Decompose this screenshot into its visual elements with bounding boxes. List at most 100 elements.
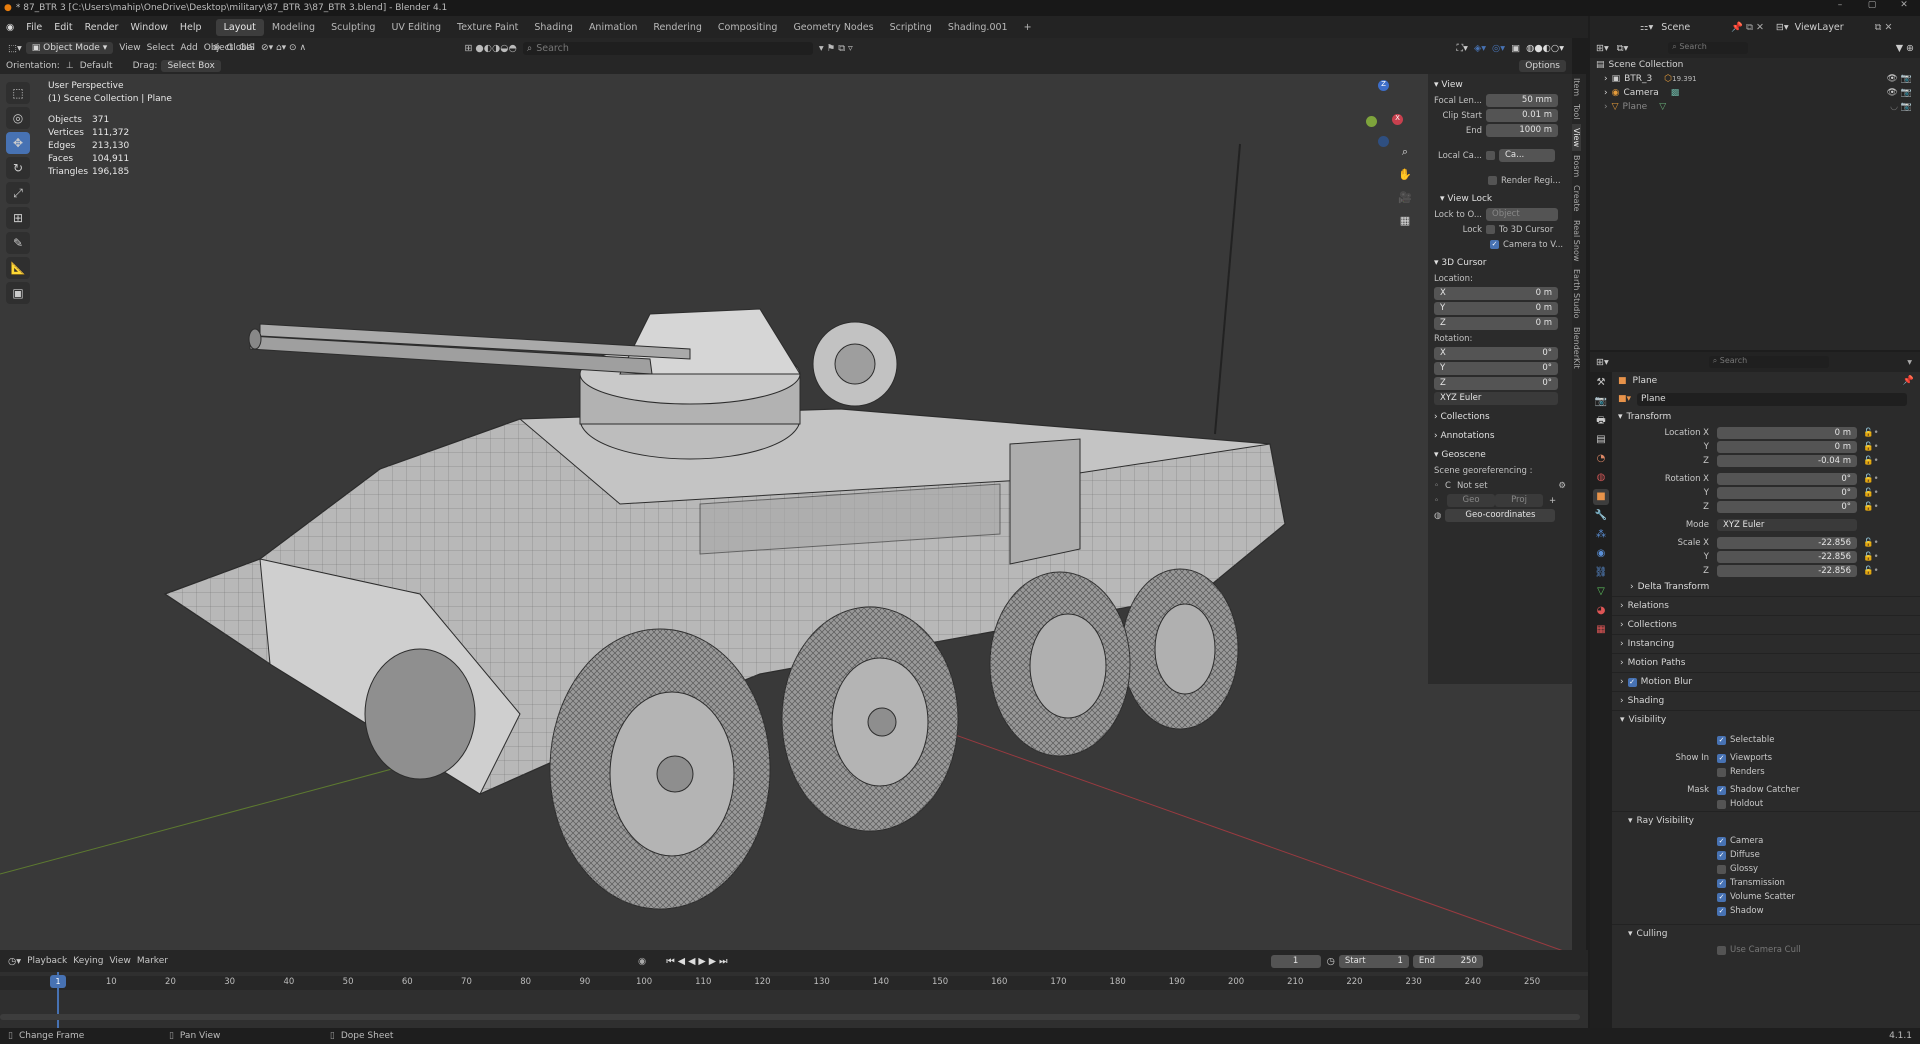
collections-section[interactable]: › Collections — [1612, 615, 1920, 634]
local-camera-checkbox[interactable] — [1486, 151, 1495, 160]
scene-name[interactable]: Scene — [1661, 22, 1731, 33]
xray-toggle-icon[interactable]: ▣ — [1511, 43, 1520, 54]
filter-icon[interactable]: ▼ ⊕ — [1896, 43, 1914, 54]
ray-transmission-checkbox[interactable]: ✓ — [1717, 878, 1726, 888]
tab-texture-paint[interactable]: Texture Paint — [449, 19, 526, 36]
viewport-search[interactable]: ⌕ Search — [522, 41, 813, 55]
menu-timeline-view[interactable]: View — [109, 956, 130, 966]
tab-shading-001[interactable]: Shading.001 — [940, 19, 1016, 36]
gizmo-y[interactable] — [1366, 116, 1377, 127]
cursor-loc-z[interactable]: Z0 m — [1428, 316, 1572, 331]
menu-file[interactable]: File — [20, 22, 48, 33]
scale-x-field[interactable]: -22.856 — [1717, 537, 1857, 549]
tab-earth-studio[interactable]: Earth Studio — [1572, 265, 1581, 322]
select-tool-icon[interactable]: ⬚ — [6, 82, 30, 104]
orientation-dropdown[interactable]: Default — [80, 61, 113, 71]
ray-glossy-checkbox[interactable] — [1717, 864, 1726, 874]
outliner-search[interactable]: ⌕ Search — [1668, 42, 1749, 54]
auto-key-icon[interactable]: ◉ — [638, 956, 646, 967]
3d-cursor-header[interactable]: ▾ 3D Cursor — [1428, 252, 1572, 271]
shading-section[interactable]: › Shading — [1612, 691, 1920, 710]
rotation-y-field[interactable]: 0° — [1717, 487, 1857, 499]
annotations-section[interactable]: › Annotations — [1428, 425, 1572, 444]
render-region-row[interactable]: Render Regi... — [1428, 173, 1572, 188]
cursor-rot-y[interactable]: Y 0° — [1428, 361, 1572, 376]
gizmo-toggle-icon[interactable]: ⛶▾ — [1457, 43, 1468, 54]
instancing-section[interactable]: › Instancing — [1612, 634, 1920, 653]
navigation-gizmo[interactable]: Z X — [1350, 80, 1410, 150]
rotation-z-field[interactable]: 0° — [1717, 501, 1857, 513]
zoom-icon[interactable]: ⌕ — [1395, 142, 1415, 162]
timeline-ruler[interactable]: 1102030405060708090100110120130140150160… — [0, 976, 1588, 990]
cursor-loc-y[interactable]: Y0 m — [1428, 301, 1572, 316]
culling-header[interactable]: ▾ Culling — [1612, 924, 1920, 943]
properties-editor-icon[interactable]: ⊞▾ — [1596, 357, 1609, 368]
tab-rendering[interactable]: Rendering — [645, 19, 710, 36]
menu-add[interactable]: Add — [180, 43, 197, 53]
transform-tool-icon[interactable]: ⊞ — [6, 207, 30, 229]
view-section-header[interactable]: ▾ View — [1428, 74, 1572, 93]
tool-tab-icon[interactable]: ⚒ — [1593, 375, 1609, 391]
blender-menu-icon[interactable]: ◉ — [0, 22, 20, 33]
clip-start-field[interactable]: 0.01 m — [1486, 109, 1558, 122]
scale-tool-icon[interactable]: ⤢ — [6, 182, 30, 204]
ray-visibility-header[interactable]: ▾ Ray Visibility — [1612, 811, 1920, 830]
lock-icon[interactable]: 🔓• — [1863, 474, 1879, 484]
scene-tab-icon[interactable]: ◔ — [1593, 451, 1609, 467]
geoscene-section[interactable]: ▾ Geoscene — [1428, 444, 1572, 463]
menu-marker[interactable]: Marker — [137, 956, 168, 966]
render-tab-icon[interactable]: 📷 — [1593, 394, 1609, 410]
add-cube-tool-icon[interactable]: ▣ — [6, 282, 30, 304]
timeline[interactable]: 1102030405060708090100110120130140150160… — [0, 972, 1588, 1028]
world-tab-icon[interactable]: ◍ — [1593, 470, 1609, 486]
tab-create[interactable]: Create — [1572, 181, 1581, 216]
proj-button[interactable]: Proj — [1495, 494, 1544, 507]
viewports-checkbox[interactable]: ✓ — [1717, 753, 1726, 763]
ray-diffuse-checkbox[interactable]: ✓ — [1717, 850, 1726, 860]
rotation-mode-dropdown[interactable]: XYZ Euler — [1717, 519, 1857, 531]
lock-3d-cursor-checkbox[interactable] — [1486, 225, 1495, 234]
tab-layout[interactable]: Layout — [215, 18, 264, 36]
scene-collection-row[interactable]: ▤ Scene Collection — [1590, 58, 1920, 72]
end-frame-field[interactable]: End 250 — [1412, 954, 1483, 968]
selectable-checkbox[interactable]: ✓ — [1717, 735, 1726, 745]
collections-section[interactable]: › Collections — [1428, 406, 1572, 425]
tab-geometry-nodes[interactable]: Geometry Nodes — [785, 19, 881, 36]
constraints-tab-icon[interactable]: ⛓ — [1593, 565, 1609, 581]
maximize-button[interactable]: ▢ — [1856, 0, 1888, 10]
output-tab-icon[interactable]: 🖶 — [1593, 413, 1609, 429]
cursor-rot-mode[interactable]: XYZ Euler — [1428, 391, 1572, 406]
move-tool-icon[interactable]: ✥ — [6, 132, 30, 154]
transform-space-dropdown[interactable]: Global — [226, 43, 255, 53]
ray-camera-checkbox[interactable]: ✓ — [1717, 836, 1726, 846]
menu-window[interactable]: Window — [124, 22, 173, 33]
eye-hidden-icon[interactable]: ◡ 📷 — [1890, 102, 1912, 112]
timeline-scrollbar[interactable] — [0, 1014, 1580, 1020]
motion-blur-section[interactable]: › ✓ Motion Blur — [1612, 672, 1920, 691]
motion-blur-checkbox[interactable]: ✓ — [1627, 677, 1637, 687]
lock-icon[interactable]: 🔓• — [1863, 502, 1879, 512]
lock-icon[interactable]: 🔓• — [1863, 442, 1879, 452]
scale-y-field[interactable]: -22.856 — [1717, 551, 1857, 563]
texture-tab-icon[interactable]: ▦ — [1593, 622, 1609, 638]
current-frame-field[interactable]: 1 — [1270, 954, 1321, 968]
view-layer-tab-icon[interactable]: ▤ — [1593, 432, 1609, 448]
camera-view-icon[interactable]: 🎥 — [1395, 188, 1415, 208]
outliner-item-camera[interactable]: › ◉ Camera ▩ 👁 📷 — [1590, 86, 1920, 100]
lock-to-object-field[interactable]: Object — [1486, 208, 1558, 221]
object-datablock-icon[interactable]: ■▾ — [1618, 394, 1631, 404]
lock-icon[interactable]: 🔓• — [1863, 552, 1879, 562]
delta-transform-header[interactable]: › Delta Transform — [1612, 578, 1920, 596]
data-tab-icon[interactable]: ▽ — [1593, 584, 1609, 600]
cursor-rot-z[interactable]: Z 0° — [1428, 376, 1572, 391]
lock-icon[interactable]: 🔓• — [1863, 488, 1879, 498]
scale-z-field[interactable]: -22.856 — [1717, 565, 1857, 577]
scene-actions-icon[interactable]: 📌 ⧉ ✕ — [1731, 22, 1764, 33]
add-workspace-button[interactable]: + — [1016, 19, 1040, 36]
viewlayer-name[interactable]: ViewLayer — [1795, 22, 1875, 33]
relations-section[interactable]: › Relations — [1612, 596, 1920, 615]
tab-scripting[interactable]: Scripting — [882, 19, 940, 36]
display-mode-icon[interactable]: ⧉▾ — [1617, 43, 1629, 54]
cursor-loc-x[interactable]: X0 m — [1428, 286, 1572, 301]
ortho-grid-icon[interactable]: ▦ — [1395, 211, 1415, 231]
